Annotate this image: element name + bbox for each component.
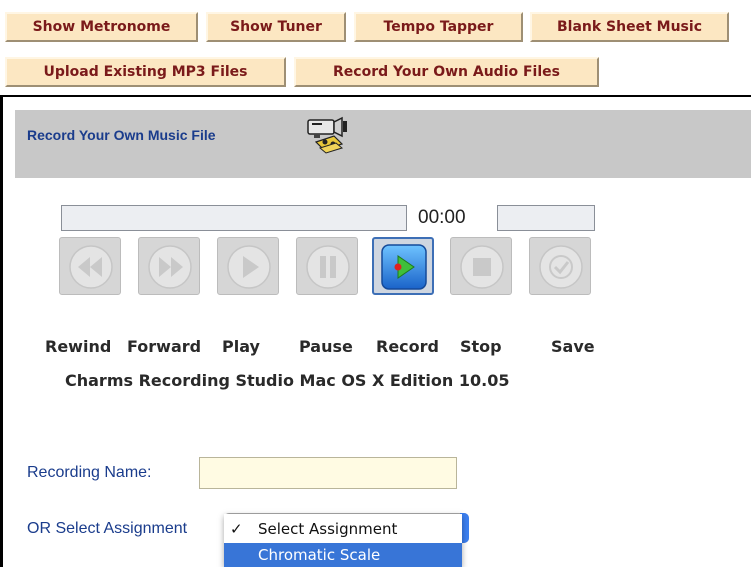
play-label: Play <box>222 337 260 356</box>
camcorder-icon <box>304 116 356 158</box>
save-icon <box>539 245 583 289</box>
record-button[interactable] <box>372 237 434 295</box>
panel-header: Record Your Own Music File <box>15 110 751 178</box>
forward-icon <box>148 245 192 289</box>
save-button[interactable] <box>529 237 591 295</box>
record-icon <box>381 244 427 290</box>
progress-bar <box>61 205 407 231</box>
stop-icon <box>460 245 504 289</box>
pause-button[interactable] <box>296 237 358 295</box>
show-metronome-button[interactable]: Show Metronome <box>5 12 198 42</box>
rewind-button[interactable] <box>59 237 121 295</box>
record-audio-button[interactable]: Record Your Own Audio Files <box>294 57 599 87</box>
menu-item-label: Chromatic Scale <box>258 546 381 564</box>
assignment-dropdown-menu: ✓ Select Assignment Chromatic Scale <box>224 514 462 567</box>
stop-button[interactable] <box>450 237 512 295</box>
select-assignment-label: OR Select Assignment <box>27 520 188 537</box>
panel-title: Record Your Own Music File <box>27 127 216 143</box>
panel-top-border <box>0 95 751 97</box>
show-tuner-button[interactable]: Show Tuner <box>206 12 346 42</box>
blank-sheet-music-button[interactable]: Blank Sheet Music <box>530 12 729 42</box>
tempo-tapper-button[interactable]: Tempo Tapper <box>354 12 523 42</box>
recording-name-label: Recording Name: <box>27 464 152 481</box>
menu-item-chromatic-scale[interactable]: Chromatic Scale <box>224 543 462 567</box>
play-button[interactable] <box>217 237 279 295</box>
upload-mp3-button[interactable]: Upload Existing MP3 Files <box>5 57 286 87</box>
level-field <box>497 205 595 231</box>
pause-label: Pause <box>299 337 353 356</box>
time-readout: 00:00 <box>418 207 466 228</box>
recording-name-input[interactable] <box>199 457 457 489</box>
rewind-label: Rewind <box>45 337 112 356</box>
menu-item-label: Select Assignment <box>258 520 398 538</box>
save-label: Save <box>551 337 595 356</box>
pause-icon <box>306 245 350 289</box>
stop-label: Stop <box>460 337 502 356</box>
play-icon <box>227 245 271 289</box>
rewind-icon <box>69 245 113 289</box>
forward-button[interactable] <box>138 237 200 295</box>
studio-caption: Charms Recording Studio Mac OS X Edition… <box>65 371 510 390</box>
record-label: Record <box>376 337 439 356</box>
panel-left-border <box>0 95 3 567</box>
checkmark-icon: ✓ <box>230 520 243 538</box>
menu-item-select-assignment[interactable]: ✓ Select Assignment <box>224 517 462 541</box>
forward-label: Forward <box>127 337 202 356</box>
